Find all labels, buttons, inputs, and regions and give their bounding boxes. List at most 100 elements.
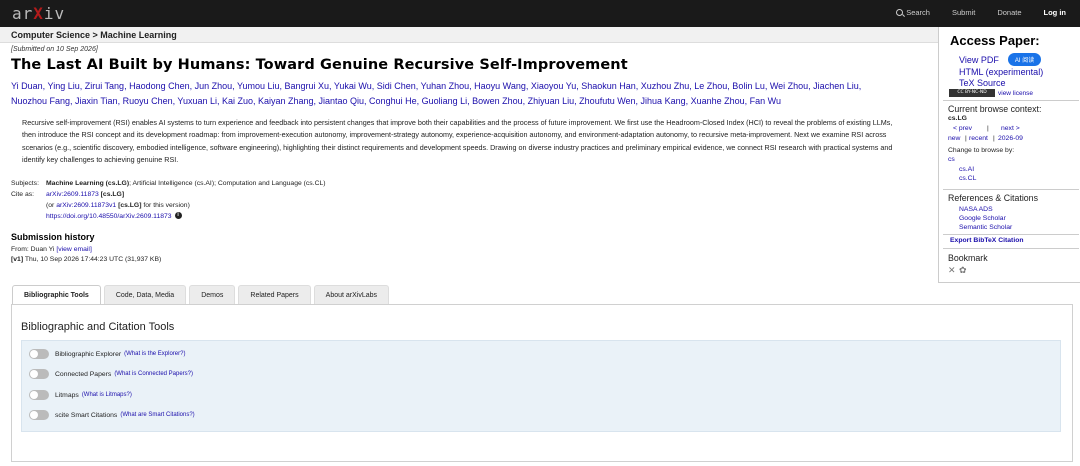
tool-litmaps: Litmaps (What is Litmaps?): [29, 390, 132, 400]
version-text: Thu, 10 Sep 2026 17:44:23 UTC (31,937 KB…: [23, 256, 162, 264]
access-paper-heading: Access Paper:: [950, 33, 1040, 48]
labs-tabs: Bibliographic Tools Code, Data, Media De…: [12, 285, 392, 304]
top-nav: Search Submit Donate Log in: [874, 8, 1066, 17]
search-label: Search: [906, 8, 930, 17]
arxiv-logo[interactable]: arXiv: [12, 4, 65, 23]
login-link[interactable]: Log in: [1044, 8, 1067, 17]
donate-link[interactable]: Donate: [997, 8, 1021, 17]
authors-line-2[interactable]: Nuozhou Fang, Jiaxin Tian, Ruoyu Chen, Y…: [11, 94, 931, 109]
submission-history-heading: Submission history: [11, 231, 95, 242]
toggle-switch[interactable]: [29, 349, 49, 359]
tab-about-arxivlabs[interactable]: About arXivLabs: [313, 285, 390, 304]
tab-code-data-media[interactable]: Code, Data, Media: [103, 285, 187, 304]
sidebar: Access Paper: View PDF AI 阅读 HTML (exper…: [938, 27, 1080, 283]
date-link[interactable]: 2026-09: [998, 135, 1023, 142]
history-from-text: From: Duan Yi: [11, 245, 57, 253]
tools-list: Bibliographic Explorer (What is the Explo…: [21, 340, 1061, 432]
cite-tag: [cs.LG]: [100, 190, 125, 198]
cite-v1-link[interactable]: arXiv:2609.11873v1: [56, 202, 116, 209]
tools-heading: Bibliographic and Citation Tools: [21, 321, 175, 333]
tool-bibliographic-explorer: Bibliographic Explorer (What is the Explo…: [29, 349, 185, 359]
primary-subject: Machine Learning (cs.LG): [46, 179, 130, 187]
logo-text-x: X: [33, 4, 44, 23]
cite-v1-tag: [cs.LG]: [118, 201, 142, 209]
tool-help-link[interactable]: (What are Smart Citations?): [120, 412, 194, 418]
html-link[interactable]: HTML (experimental): [959, 67, 1043, 77]
logo-text-a: ar: [12, 4, 34, 23]
references-heading: References & Citations: [948, 193, 1038, 203]
tool-help-link[interactable]: (What is the Explorer?): [124, 351, 185, 357]
nav-separator: |: [993, 135, 995, 142]
bibsonomy-icon[interactable]: ✕: [948, 265, 956, 276]
tool-help-link[interactable]: (What is Connected Papers?): [114, 371, 193, 377]
toggle-switch[interactable]: [29, 369, 49, 379]
doi-row: https://doi.org/10.48550/arXiv.2609.1187…: [46, 211, 931, 222]
recent-link[interactable]: recent: [969, 135, 988, 142]
tool-label: Connected Papers: [55, 370, 112, 378]
ai-read-button[interactable]: AI 阅读: [1007, 53, 1042, 66]
metadata-table: Subjects: Machine Learning (cs.LG); Artif…: [11, 178, 931, 222]
tex-source-link[interactable]: TeX Source: [959, 78, 1006, 88]
submission-history: From: Duan Yi [view email] [v1] Thu, 10 …: [11, 245, 931, 266]
history-from: From: Duan Yi [view email]: [11, 245, 931, 256]
divider: [943, 100, 1079, 101]
nav-separator: |: [987, 125, 989, 132]
search-icon: [896, 9, 904, 16]
tool-label: scite Smart Citations: [55, 411, 118, 419]
tool-help-link[interactable]: (What is Litmaps?): [82, 392, 132, 398]
bookmark-heading: Bookmark: [948, 253, 988, 263]
cite-row: Cite as: arXiv:2609.11873 [cs.LG]: [11, 189, 931, 200]
breadcrumb-bar: Computer Science > Machine Learning: [0, 27, 938, 43]
submit-link[interactable]: Submit: [952, 8, 975, 17]
semantic-scholar-link[interactable]: Semantic Scholar: [959, 224, 1012, 231]
cite-or-text: (or: [46, 201, 57, 209]
toggle-switch[interactable]: [29, 410, 49, 420]
cite-version-row: (or arXiv:2609.11873v1 [cs.LG] for this …: [46, 200, 931, 211]
search-link[interactable]: Search: [896, 8, 930, 17]
browse-cs-link[interactable]: cs: [948, 156, 955, 163]
google-scholar-link[interactable]: Google Scholar: [959, 215, 1006, 222]
next-link[interactable]: next >: [1001, 125, 1020, 132]
author-list: Yi Duan, Ying Liu, Zirui Tang, Haodong C…: [11, 79, 931, 109]
toggle-switch[interactable]: [29, 390, 49, 400]
divider: [943, 248, 1079, 249]
browse-cs-cl-link[interactable]: cs.CL: [959, 175, 976, 182]
view-pdf-link[interactable]: View PDF: [959, 55, 999, 65]
tool-label: Bibliographic Explorer: [55, 350, 122, 358]
license-row: CC BY-NC-ND view license: [949, 89, 1033, 97]
tab-related-papers[interactable]: Related Papers: [238, 285, 311, 304]
submission-date: [Submitted on 10 Sep 2026]: [11, 46, 98, 53]
tab-demos[interactable]: Demos: [189, 285, 236, 304]
top-header: arXiv Search Submit Donate Log in: [0, 0, 1080, 27]
doi-link[interactable]: https://doi.org/10.48550/arXiv.2609.1187…: [46, 213, 172, 220]
new-link[interactable]: new: [948, 135, 960, 142]
tab-bibliographic-tools[interactable]: Bibliographic Tools: [12, 285, 101, 304]
browse-context-heading: Current browse context:: [948, 104, 1042, 114]
cite-id-link[interactable]: arXiv:2609.11873: [46, 191, 99, 198]
info-icon[interactable]: i: [174, 212, 182, 220]
export-bibtex-link[interactable]: Export BibTeX Citation: [950, 237, 1024, 244]
view-email-link[interactable]: [view email]: [56, 246, 92, 253]
subjects-label: Subjects:: [11, 179, 39, 187]
nav-separator: |: [965, 135, 967, 142]
prev-link[interactable]: < prev: [953, 125, 972, 132]
browse-context-value: cs.LG: [948, 115, 967, 122]
cc-license-icon[interactable]: CC BY-NC-ND: [949, 89, 995, 97]
reddit-icon[interactable]: ✿: [959, 265, 967, 276]
logo-text-b: iv: [43, 4, 66, 23]
tool-label: Litmaps: [55, 391, 79, 399]
divider: [943, 189, 1079, 190]
pdf-row: View PDF AI 阅读: [959, 53, 1042, 66]
breadcrumb[interactable]: Computer Science > Machine Learning: [11, 30, 177, 40]
authors-line-1[interactable]: Yi Duan, Ying Liu, Zirui Tang, Haodong C…: [11, 79, 931, 94]
page-title: The Last AI Built by Humans: Toward Genu…: [11, 57, 628, 73]
cite-label: Cite as:: [11, 190, 35, 198]
version-tag[interactable]: [v1]: [11, 256, 23, 263]
tab-panel: Bibliographic and Citation Tools Bibliog…: [11, 304, 1073, 462]
view-license-link[interactable]: view license: [998, 90, 1033, 97]
nasa-ads-link[interactable]: NASA ADS: [959, 206, 993, 213]
tool-scite: scite Smart Citations (What are Smart Cit…: [29, 410, 195, 420]
subjects-row: Subjects: Machine Learning (cs.LG); Artif…: [11, 178, 931, 189]
other-subjects: ; Artificial Intelligence (cs.AI); Compu…: [129, 179, 326, 187]
browse-cs-ai-link[interactable]: cs.AI: [959, 166, 974, 173]
